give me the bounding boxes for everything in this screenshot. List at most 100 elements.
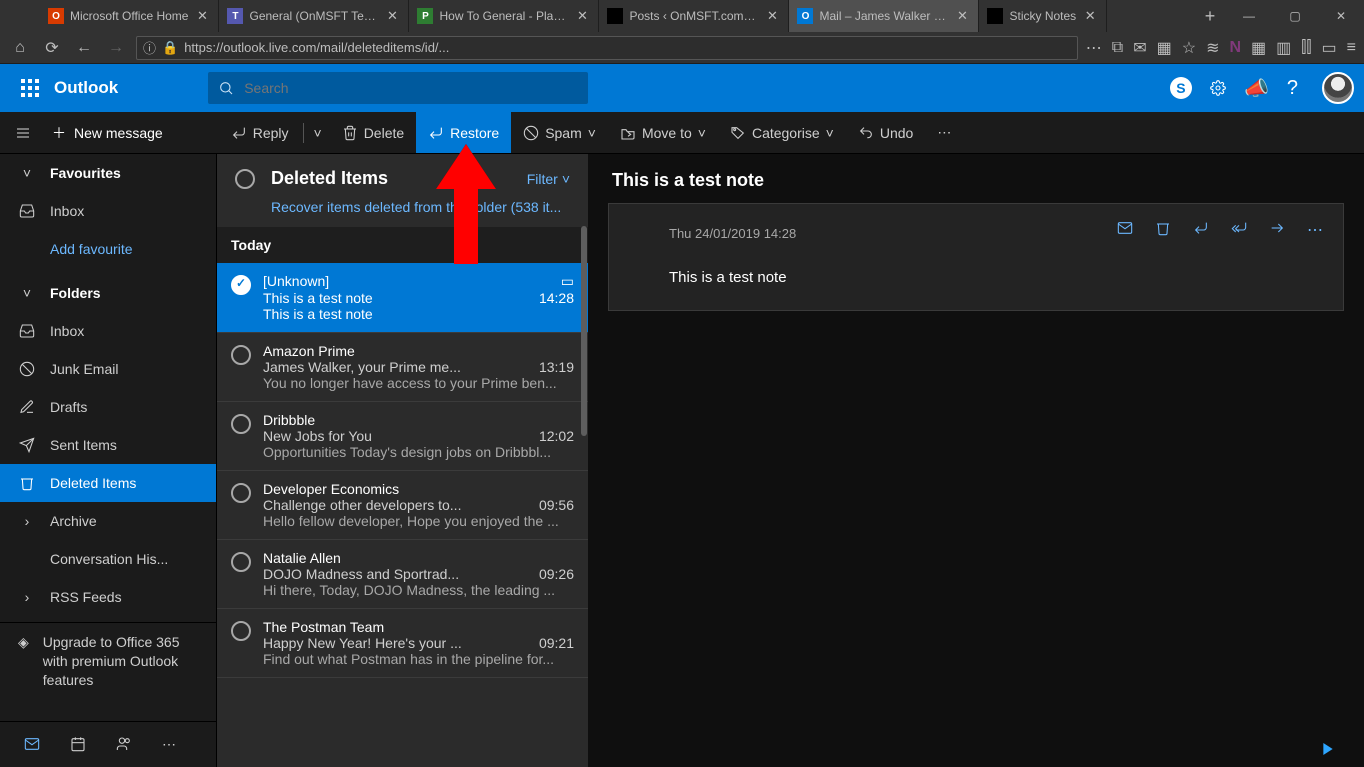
select-checkbox[interactable] <box>231 552 251 572</box>
undo-button[interactable]: Undo <box>846 112 925 153</box>
maximize-button[interactable]: ▢ <box>1272 0 1318 32</box>
skype-icon[interactable]: S <box>1170 77 1192 99</box>
people-icon[interactable] <box>116 736 132 753</box>
sidebar-item-inbox[interactable]: Inbox <box>0 192 216 230</box>
restore-label: Restore <box>450 125 499 141</box>
favourites-header[interactable]: ˅ Favourites <box>0 154 216 192</box>
menu-icon[interactable]: ≡ <box>1347 39 1356 57</box>
select-all-checkbox[interactable] <box>235 169 255 189</box>
delete-message-icon[interactable] <box>1155 220 1171 240</box>
hamburger-icon[interactable] <box>0 125 46 141</box>
new-message-button[interactable]: ＋ New message <box>52 123 163 143</box>
scrollbar-thumb[interactable] <box>581 226 587 436</box>
settings-icon[interactable] <box>1210 80 1226 96</box>
profile-avatar[interactable] <box>1322 72 1354 104</box>
sidebar-item-deleted[interactable]: Deleted Items <box>0 464 216 502</box>
close-window-button[interactable]: ✕ <box>1318 0 1364 32</box>
browser-tab[interactable]: T General (OnMSFT Team... ✕ <box>219 0 409 32</box>
tab-close-icon[interactable]: ✕ <box>574 8 590 24</box>
more-message-icon[interactable]: ⋯ <box>1307 220 1323 240</box>
calendar-icon[interactable] <box>70 736 86 753</box>
ext-icon[interactable]: ☆ <box>1182 38 1196 58</box>
new-message-label: New message <box>74 125 163 141</box>
select-checkbox[interactable] <box>231 483 251 503</box>
ext-icon[interactable]: ▥ <box>1276 38 1291 58</box>
sidebar-item-archive[interactable]: › Archive <box>0 502 216 540</box>
tab-close-icon[interactable]: ✕ <box>384 8 400 24</box>
select-checkbox[interactable] <box>231 345 251 365</box>
sidebar-item-drafts[interactable]: Drafts <box>0 388 216 426</box>
more-actions-button[interactable]: ⋯ <box>925 112 963 153</box>
home-icon[interactable]: ⌂ <box>8 36 32 60</box>
message-item[interactable]: Amazon Prime James Walker, your Prime me… <box>217 333 588 402</box>
move-to-button[interactable]: Move to ˅ <box>608 112 718 153</box>
ext-icon[interactable]: ⫿⫿ <box>1301 39 1311 57</box>
ext-icon[interactable]: ▦ <box>1251 38 1266 58</box>
info-icon: ⓘ <box>143 38 156 57</box>
ext-icon[interactable]: ✉ <box>1133 38 1146 58</box>
megaphone-icon[interactable]: 📣 <box>1244 76 1269 101</box>
reply-icon[interactable] <box>1193 220 1209 240</box>
time: 12:02 <box>539 428 574 444</box>
browser-tab[interactable]: Sticky Notes ✕ <box>979 0 1107 32</box>
upgrade-button[interactable]: ◈ Upgrade to Office 365 with premium Out… <box>0 622 216 700</box>
sidebar-item-inbox2[interactable]: Inbox <box>0 312 216 350</box>
restore-button[interactable]: Restore <box>416 112 511 153</box>
sidebar-bottom-icons: ⋯ <box>0 721 216 767</box>
ext-icon[interactable]: ≋ <box>1206 38 1219 58</box>
folders-header[interactable]: ˅ Folders <box>0 274 216 312</box>
sidebar-item-conversation-history[interactable]: Conversation His... <box>0 540 216 578</box>
play-icon[interactable] <box>1320 741 1336 757</box>
categorise-button[interactable]: Categorise ˅ <box>718 112 846 153</box>
spam-button[interactable]: Spam ˅ <box>511 112 608 153</box>
tab-close-icon[interactable]: ✕ <box>1082 8 1098 24</box>
ext-icon[interactable]: ▭ <box>1322 38 1337 58</box>
message-item[interactable]: Natalie Allen DOJO Madness and Sportrad.… <box>217 540 588 609</box>
tab-close-icon[interactable]: ✕ <box>954 8 970 24</box>
sidebar-item-junk[interactable]: Junk Email <box>0 350 216 388</box>
help-icon[interactable]: ? <box>1287 77 1298 100</box>
tab-close-icon[interactable]: ✕ <box>194 8 210 24</box>
mark-read-icon[interactable] <box>1117 220 1133 240</box>
sidebar-item-rss[interactable]: › RSS Feeds <box>0 578 216 616</box>
browser-tab[interactable]: P How To General - Plan... ✕ <box>409 0 599 32</box>
more-icon[interactable]: ⋯ <box>162 736 176 753</box>
delete-button[interactable]: Delete <box>330 112 416 153</box>
address-field[interactable]: ⓘ 🔒 https://outlook.live.com/mail/delete… <box>136 36 1078 60</box>
app-launcher-icon[interactable] <box>10 68 50 108</box>
reply-all-icon[interactable] <box>1231 220 1247 240</box>
tab-close-icon[interactable]: ✕ <box>764 8 780 24</box>
minimize-button[interactable]: — <box>1226 0 1272 32</box>
browser-tab[interactable]: Posts ‹ OnMSFT.com — Wo... ✕ <box>599 0 789 32</box>
message-body: This is a test note <box>669 269 1323 286</box>
recover-link[interactable]: Recover items deleted from this folder (… <box>217 199 588 227</box>
browser-tab[interactable]: O Mail – James Walker - O... ✕ <box>789 0 979 32</box>
message-item[interactable]: Dribbble New Jobs for You12:02 Opportuni… <box>217 402 588 471</box>
chevron-right-icon: › <box>18 588 36 606</box>
ext-icon[interactable]: ⧉ <box>1112 39 1123 57</box>
sidebar-item-sent[interactable]: Sent Items <box>0 426 216 464</box>
ext-icon[interactable]: ▦ <box>1157 38 1172 58</box>
search-input[interactable] <box>242 79 578 97</box>
select-checkbox[interactable] <box>231 414 251 434</box>
select-checkbox[interactable] <box>231 621 251 641</box>
forward-icon[interactable]: → <box>104 36 128 60</box>
new-tab-button[interactable]: + <box>1194 0 1226 32</box>
add-favourite-button[interactable]: Add favourite <box>0 230 216 268</box>
nav-sidebar: ˅ Favourites Inbox Add favourite ˅ Folde… <box>0 154 216 767</box>
reply-button[interactable]: Reply <box>219 112 301 153</box>
message-item[interactable]: [Unknown]▭ This is a test note14:28 This… <box>217 263 588 333</box>
search-box[interactable] <box>208 72 588 104</box>
message-item[interactable]: The Postman Team Happy New Year! Here's … <box>217 609 588 678</box>
mail-icon[interactable] <box>24 736 40 753</box>
back-icon[interactable]: ← <box>72 36 96 60</box>
filter-button[interactable]: Filter ˅ <box>527 171 570 187</box>
onenote-icon[interactable]: N <box>1229 39 1241 57</box>
forward-icon[interactable] <box>1269 220 1285 240</box>
more-icon[interactable]: ⋯ <box>1086 38 1102 58</box>
message-item[interactable]: Developer Economics Challenge other deve… <box>217 471 588 540</box>
reply-more-button[interactable]: ˅ <box>306 112 330 153</box>
browser-tab[interactable]: O Microsoft Office Home ✕ <box>40 0 219 32</box>
reload-icon[interactable]: ⟳ <box>40 36 64 60</box>
select-checkbox[interactable] <box>231 275 251 295</box>
